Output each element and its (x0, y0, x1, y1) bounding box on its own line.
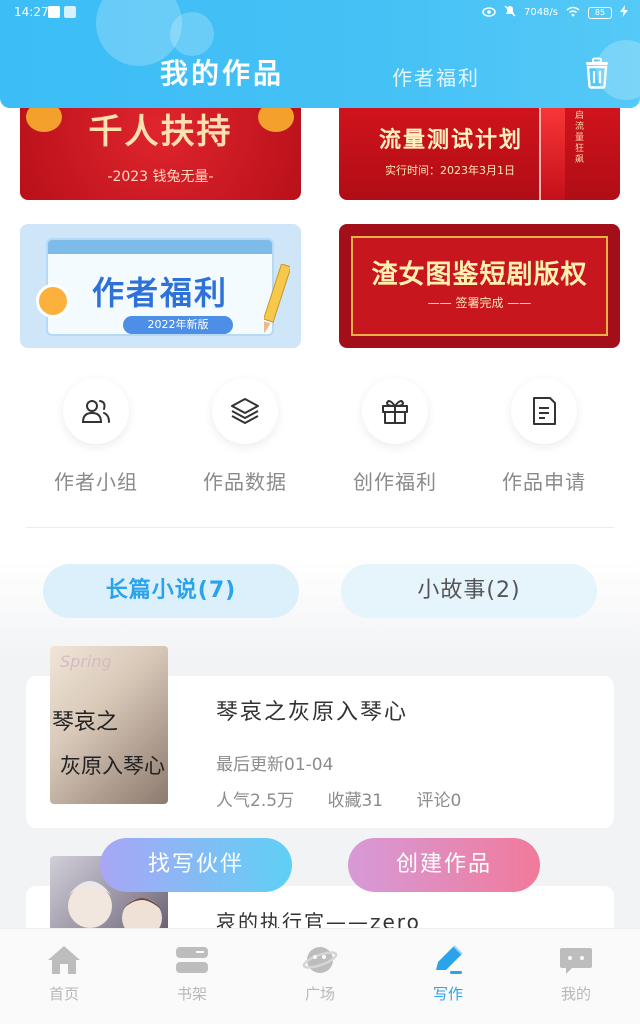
quick-action-label: 创作福利 (353, 470, 437, 494)
banner-side-text: 开启流量狂飙 (575, 100, 585, 165)
alarm-clock-icon (36, 284, 70, 318)
mute-icon (504, 5, 516, 20)
work-popularity: 人气2.5万 (216, 791, 295, 811)
category-short-stories[interactable]: 小故事(2) (341, 564, 597, 618)
section-divider (26, 527, 614, 528)
cover-text: 琴哀之 (52, 710, 119, 735)
eye-icon (482, 6, 496, 20)
wifi-icon (566, 6, 580, 20)
cover-text: 灰原入琴心 (60, 754, 165, 778)
banner-support[interactable]: 千人扶持 -2023 钱兔无量- (20, 96, 301, 200)
tab-author-benefits[interactable]: 作者福利 (392, 62, 480, 91)
banner-window: 作者福利 2022年新版 (46, 238, 274, 336)
category-novels[interactable]: 长篇小说(7) (43, 564, 299, 618)
work-updated: 最后更新01-04 (216, 755, 334, 775)
layers-icon (212, 378, 278, 444)
work-stats: 人气2.5万 收藏31 评论0 (216, 786, 489, 811)
banner-traffic-test[interactable]: 流量测试计划 实行时间：2023年3月1日 开启流量狂飙 (339, 96, 620, 200)
gift-icon (362, 378, 428, 444)
nav-label: 写作 (432, 985, 463, 1003)
nav-label: 我的 (560, 985, 591, 1003)
planet-icon (300, 943, 340, 977)
users-icon (63, 378, 129, 444)
work-comments: 评论0 (416, 791, 462, 811)
quick-action-author-group[interactable]: 作者小组 (36, 378, 156, 495)
nav-label: 广场 (304, 985, 335, 1003)
bottom-nav: 首页 书架 广场 写作 我的 (0, 928, 640, 1024)
pencil-icon (264, 264, 290, 336)
banner-title: 流量测试计划 (379, 127, 524, 153)
quick-action-work-application[interactable]: 作品申请 (484, 378, 604, 495)
network-speed: 7048/s (523, 7, 558, 18)
banner-title: 渣女图鉴短剧版权 (371, 260, 588, 290)
banner-drama-rights[interactable]: 渣女图鉴短剧版权 —— 签署完成 —— (339, 224, 620, 348)
page-root: 14:27 7048/s 85 我的作品 作者福利 千人扶持 -2023 钱兔无… (0, 0, 640, 1024)
document-icon (511, 378, 577, 444)
home-icon (44, 943, 84, 977)
quick-action-label: 作者小组 (54, 470, 138, 494)
work-favorites: 收藏31 (327, 791, 384, 811)
banner-version-pill: 2022年新版 (123, 316, 233, 334)
nav-bookshelf[interactable]: 书架 (128, 943, 256, 1004)
status-time: 14:27 (14, 5, 49, 19)
nav-home[interactable]: 首页 (0, 943, 128, 1004)
banner-subtitle: —— 签署完成 —— (427, 296, 532, 310)
quick-action-label: 作品数据 (203, 470, 287, 494)
nav-writing[interactable]: 写作 (384, 943, 512, 1004)
cover-text: Spring (60, 652, 112, 671)
trash-icon[interactable] (580, 56, 614, 90)
quick-action-creation-benefits[interactable]: 创作福利 (335, 378, 455, 495)
banner-title: 作者福利 (91, 274, 228, 312)
quick-action-label: 作品申请 (502, 470, 586, 494)
find-partner-button[interactable]: 找写伙伴 (100, 838, 292, 892)
tab-my-works[interactable]: 我的作品 (160, 52, 284, 92)
banner-title: 千人扶持 (88, 112, 233, 152)
quick-action-work-data[interactable]: 作品数据 (185, 378, 305, 495)
chat-bubble-icon (556, 943, 596, 977)
pen-icon (428, 943, 468, 977)
window-bar (48, 240, 272, 254)
search-app-icon (64, 6, 76, 18)
work-cover[interactable]: Spring 琴哀之 灰原入琴心 (50, 646, 168, 804)
bolt-icon (620, 5, 628, 20)
work-title[interactable]: 琴哀之灰原入琴心 (216, 694, 408, 726)
top-header: 14:27 7048/s 85 我的作品 作者福利 (0, 0, 640, 108)
banner-author-benefits[interactable]: 作者福利 2022年新版 (20, 224, 301, 348)
banner-subtitle: -2023 钱兔无量- (107, 169, 214, 185)
bookshelf-icon (172, 943, 212, 977)
rocket-icon (539, 96, 565, 200)
battery-indicator: 85 (588, 6, 612, 19)
banner-subtitle: 实行时间：2023年3月1日 (385, 164, 515, 177)
notification-icon (48, 6, 60, 18)
status-right: 7048/s 85 (482, 5, 628, 20)
create-work-button[interactable]: 创建作品 (348, 838, 540, 892)
nav-label: 首页 (48, 985, 79, 1003)
nav-square[interactable]: 广场 (256, 943, 384, 1004)
status-bar: 14:27 7048/s 85 (0, 0, 640, 26)
nav-mine[interactable]: 我的 (512, 943, 640, 1004)
nav-label: 书架 (176, 985, 207, 1003)
